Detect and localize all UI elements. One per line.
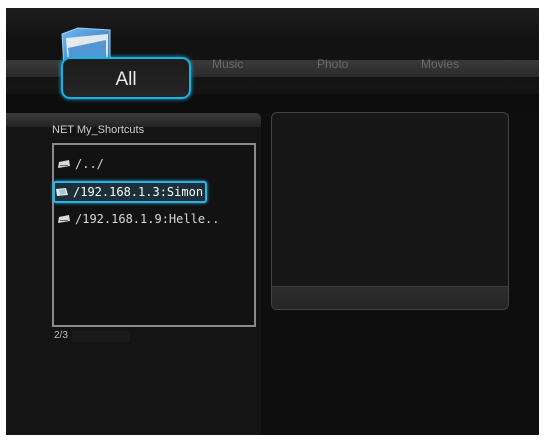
list-item-selected[interactable]: /192.168.1.3:Simon xyxy=(53,181,208,203)
tab-movies[interactable]: Movies xyxy=(421,57,459,71)
item-position: 2/3 xyxy=(54,330,68,341)
list-item[interactable]: /192.168.1.9:Helle.. xyxy=(57,210,220,228)
screen: All Music Photo Movies NET My_Shortcuts … xyxy=(0,0,545,443)
preview-pane xyxy=(271,112,509,310)
tab-photo[interactable]: Photo xyxy=(317,57,348,71)
list-item-parent[interactable]: /../ xyxy=(57,155,104,173)
preview-info-bar xyxy=(272,286,508,309)
drive-icon xyxy=(58,160,70,168)
source-label: NET My_Shortcuts xyxy=(52,124,145,136)
tab-all-label: All xyxy=(115,69,137,90)
drive-icon xyxy=(58,215,70,223)
list-item-label: /192.168.1.3:Simon xyxy=(73,185,204,199)
list-item-label: /../ xyxy=(75,157,104,171)
list-item-label: /192.168.1.9:Helle.. xyxy=(75,212,220,226)
file-list[interactable]: /../ /192.168.1.3:Simon /192.168.1.9:Hel… xyxy=(52,143,256,327)
counter-bar xyxy=(72,331,130,342)
tab-all[interactable]: All xyxy=(61,57,191,99)
media-player-ui: All Music Photo Movies NET My_Shortcuts … xyxy=(6,8,539,435)
drive-icon xyxy=(56,188,68,196)
tab-music[interactable]: Music xyxy=(212,57,243,71)
